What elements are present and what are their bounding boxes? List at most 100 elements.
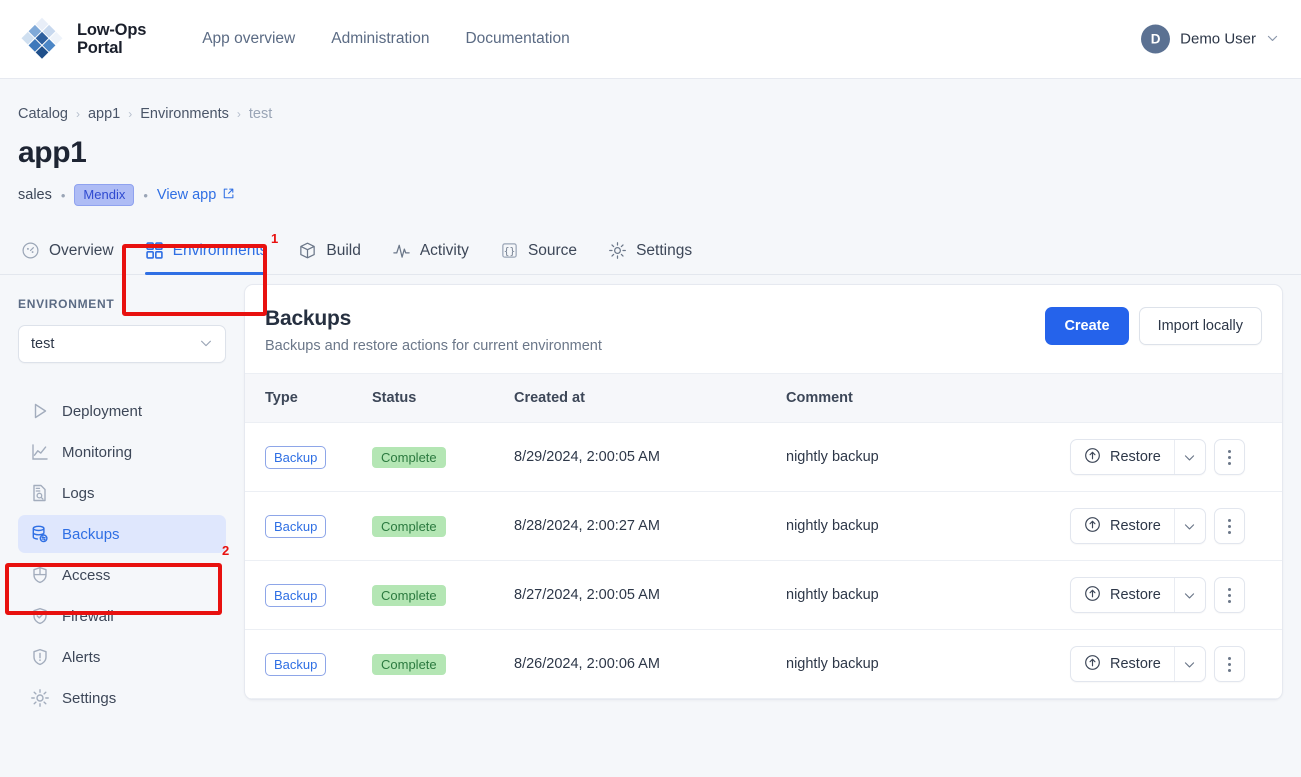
sidebar-item-deployment[interactable]: Deployment xyxy=(18,392,226,430)
type-badge: Backup xyxy=(265,652,327,676)
app-tabs: Overview Environments Build Activity {} … xyxy=(0,229,1301,275)
sidebar-item-access[interactable]: Access xyxy=(18,556,226,594)
kebab-menu-icon[interactable] xyxy=(1213,646,1245,682)
database-sync-icon xyxy=(30,524,50,544)
view-app-link[interactable]: View app xyxy=(157,187,235,204)
tab-overview[interactable]: Overview xyxy=(18,241,131,274)
shield-alert-icon xyxy=(30,647,50,667)
cell-type: Backup xyxy=(245,491,372,561)
tab-activity[interactable]: Activity xyxy=(378,241,486,274)
tab-source[interactable]: {} Source xyxy=(486,241,594,274)
braces-icon: {} xyxy=(500,241,519,260)
cell-status: Complete xyxy=(372,422,514,492)
tab-build[interactable]: Build xyxy=(284,241,377,274)
cell-status: Complete xyxy=(372,560,514,630)
shield-check-icon xyxy=(30,606,50,626)
sidebar-item-firewall[interactable]: Firewall xyxy=(18,597,226,635)
restore-button[interactable]: Restore xyxy=(1071,647,1174,681)
arrow-up-circle-icon xyxy=(1084,585,1101,606)
line-chart-icon xyxy=(30,442,50,462)
sidebar-item-alerts[interactable]: Alerts xyxy=(18,638,226,676)
grid-icon xyxy=(145,241,164,260)
type-badge: Backup xyxy=(265,514,327,538)
nav-item-administration[interactable]: Administration xyxy=(313,22,447,56)
breadcrumb-item-catalog[interactable]: Catalog xyxy=(18,106,68,122)
restore-split-button: Restore xyxy=(1070,508,1206,544)
kebab-menu-icon[interactable] xyxy=(1213,439,1245,475)
environment-sidebar: ENVIRONMENT test Deployment Monitoring L… xyxy=(0,275,244,720)
restore-button[interactable]: Restore xyxy=(1071,440,1174,474)
pulse-icon xyxy=(392,241,411,260)
kebab-menu-icon[interactable] xyxy=(1213,508,1245,544)
tab-label: Environments xyxy=(172,241,268,259)
restore-dropdown-toggle[interactable] xyxy=(1173,440,1205,474)
import-locally-button[interactable]: Import locally xyxy=(1138,307,1262,345)
sidebar-item-label: Backups xyxy=(62,525,120,543)
external-link-icon xyxy=(222,187,235,204)
app-meta-line: sales • Mendix • View app xyxy=(18,184,1301,206)
restore-label: Restore xyxy=(1110,587,1161,603)
backups-card-header: Backups Backups and restore actions for … xyxy=(245,285,1282,373)
restore-split-button: Restore xyxy=(1070,577,1206,613)
sidebar-item-label: Deployment xyxy=(62,402,143,420)
table-head: Type Status Created at Comment xyxy=(245,373,1282,423)
cell-comment: nightly backup xyxy=(786,422,1070,492)
cell-created-at: 8/29/2024, 2:00:05 AM xyxy=(514,422,786,492)
create-button[interactable]: Create xyxy=(1045,307,1129,345)
page-body: ENVIRONMENT test Deployment Monitoring L… xyxy=(0,275,1301,720)
page-header: Catalog › app1 › Environments › test app… xyxy=(0,79,1301,206)
cell-actions: Restore xyxy=(1070,629,1282,699)
box-icon xyxy=(298,241,317,260)
cell-created-at: 8/28/2024, 2:00:27 AM xyxy=(514,491,786,561)
environment-select-value: test xyxy=(31,336,55,352)
sidebar-nav: Deployment Monitoring Logs Backups Acces… xyxy=(18,392,226,717)
cell-comment: nightly backup xyxy=(786,491,1070,561)
meta-dot: • xyxy=(60,187,66,203)
type-badge: Backup xyxy=(265,583,327,607)
restore-label: Restore xyxy=(1110,518,1161,534)
tab-environments[interactable]: Environments xyxy=(131,241,285,275)
card-title: Backups xyxy=(265,307,352,330)
document-search-icon xyxy=(30,483,50,503)
tab-settings[interactable]: Settings xyxy=(594,241,709,274)
restore-dropdown-toggle[interactable] xyxy=(1173,578,1205,612)
user-menu[interactable]: D Demo User xyxy=(1141,24,1279,54)
breadcrumb-item-environments[interactable]: Environments xyxy=(140,106,229,122)
restore-button[interactable]: Restore xyxy=(1071,509,1174,543)
cell-type: Backup xyxy=(245,629,372,699)
sidebar-item-logs[interactable]: Logs xyxy=(18,474,226,512)
column-header-comment: Comment xyxy=(786,373,1070,423)
nav-item-documentation[interactable]: Documentation xyxy=(447,22,587,56)
sidebar-item-backups[interactable]: Backups xyxy=(18,515,226,553)
sidebar-section-label: ENVIRONMENT xyxy=(18,297,115,311)
column-header-created: Created at xyxy=(514,373,786,423)
cell-comment: nightly backup xyxy=(786,629,1070,699)
restore-split-button: Restore xyxy=(1070,439,1206,475)
brand-logo-block[interactable]: Low-Ops Portal xyxy=(18,15,146,63)
card-subtitle: Backups and restore actions for current … xyxy=(265,338,602,354)
sidebar-item-label: Access xyxy=(62,566,111,584)
cell-actions: Restore xyxy=(1070,422,1282,492)
restore-split-button: Restore xyxy=(1070,646,1206,682)
column-header-actions xyxy=(1070,373,1282,423)
tab-label: Build xyxy=(326,241,361,259)
sidebar-item-settings[interactable]: Settings xyxy=(18,679,226,717)
cell-type: Backup xyxy=(245,560,372,630)
environment-select[interactable]: test xyxy=(18,325,226,363)
status-badge: Complete xyxy=(372,584,446,606)
restore-label: Restore xyxy=(1110,656,1161,672)
nav-item-app-overview[interactable]: App overview xyxy=(184,22,313,56)
view-app-label: View app xyxy=(156,187,217,203)
kebab-menu-icon[interactable] xyxy=(1213,577,1245,613)
cell-comment: nightly backup xyxy=(786,560,1070,630)
restore-dropdown-toggle[interactable] xyxy=(1173,647,1205,681)
restore-button[interactable]: Restore xyxy=(1071,578,1174,612)
restore-dropdown-toggle[interactable] xyxy=(1173,509,1205,543)
breadcrumb-item-app1[interactable]: app1 xyxy=(88,106,120,122)
sidebar-item-label: Settings xyxy=(62,689,117,707)
sidebar-item-monitoring[interactable]: Monitoring xyxy=(18,433,226,471)
breadcrumb: Catalog › app1 › Environments › test xyxy=(18,106,1301,122)
cell-status: Complete xyxy=(372,491,514,561)
column-header-status: Status xyxy=(372,373,514,423)
table-header-row: Type Status Created at Comment xyxy=(245,373,1282,423)
